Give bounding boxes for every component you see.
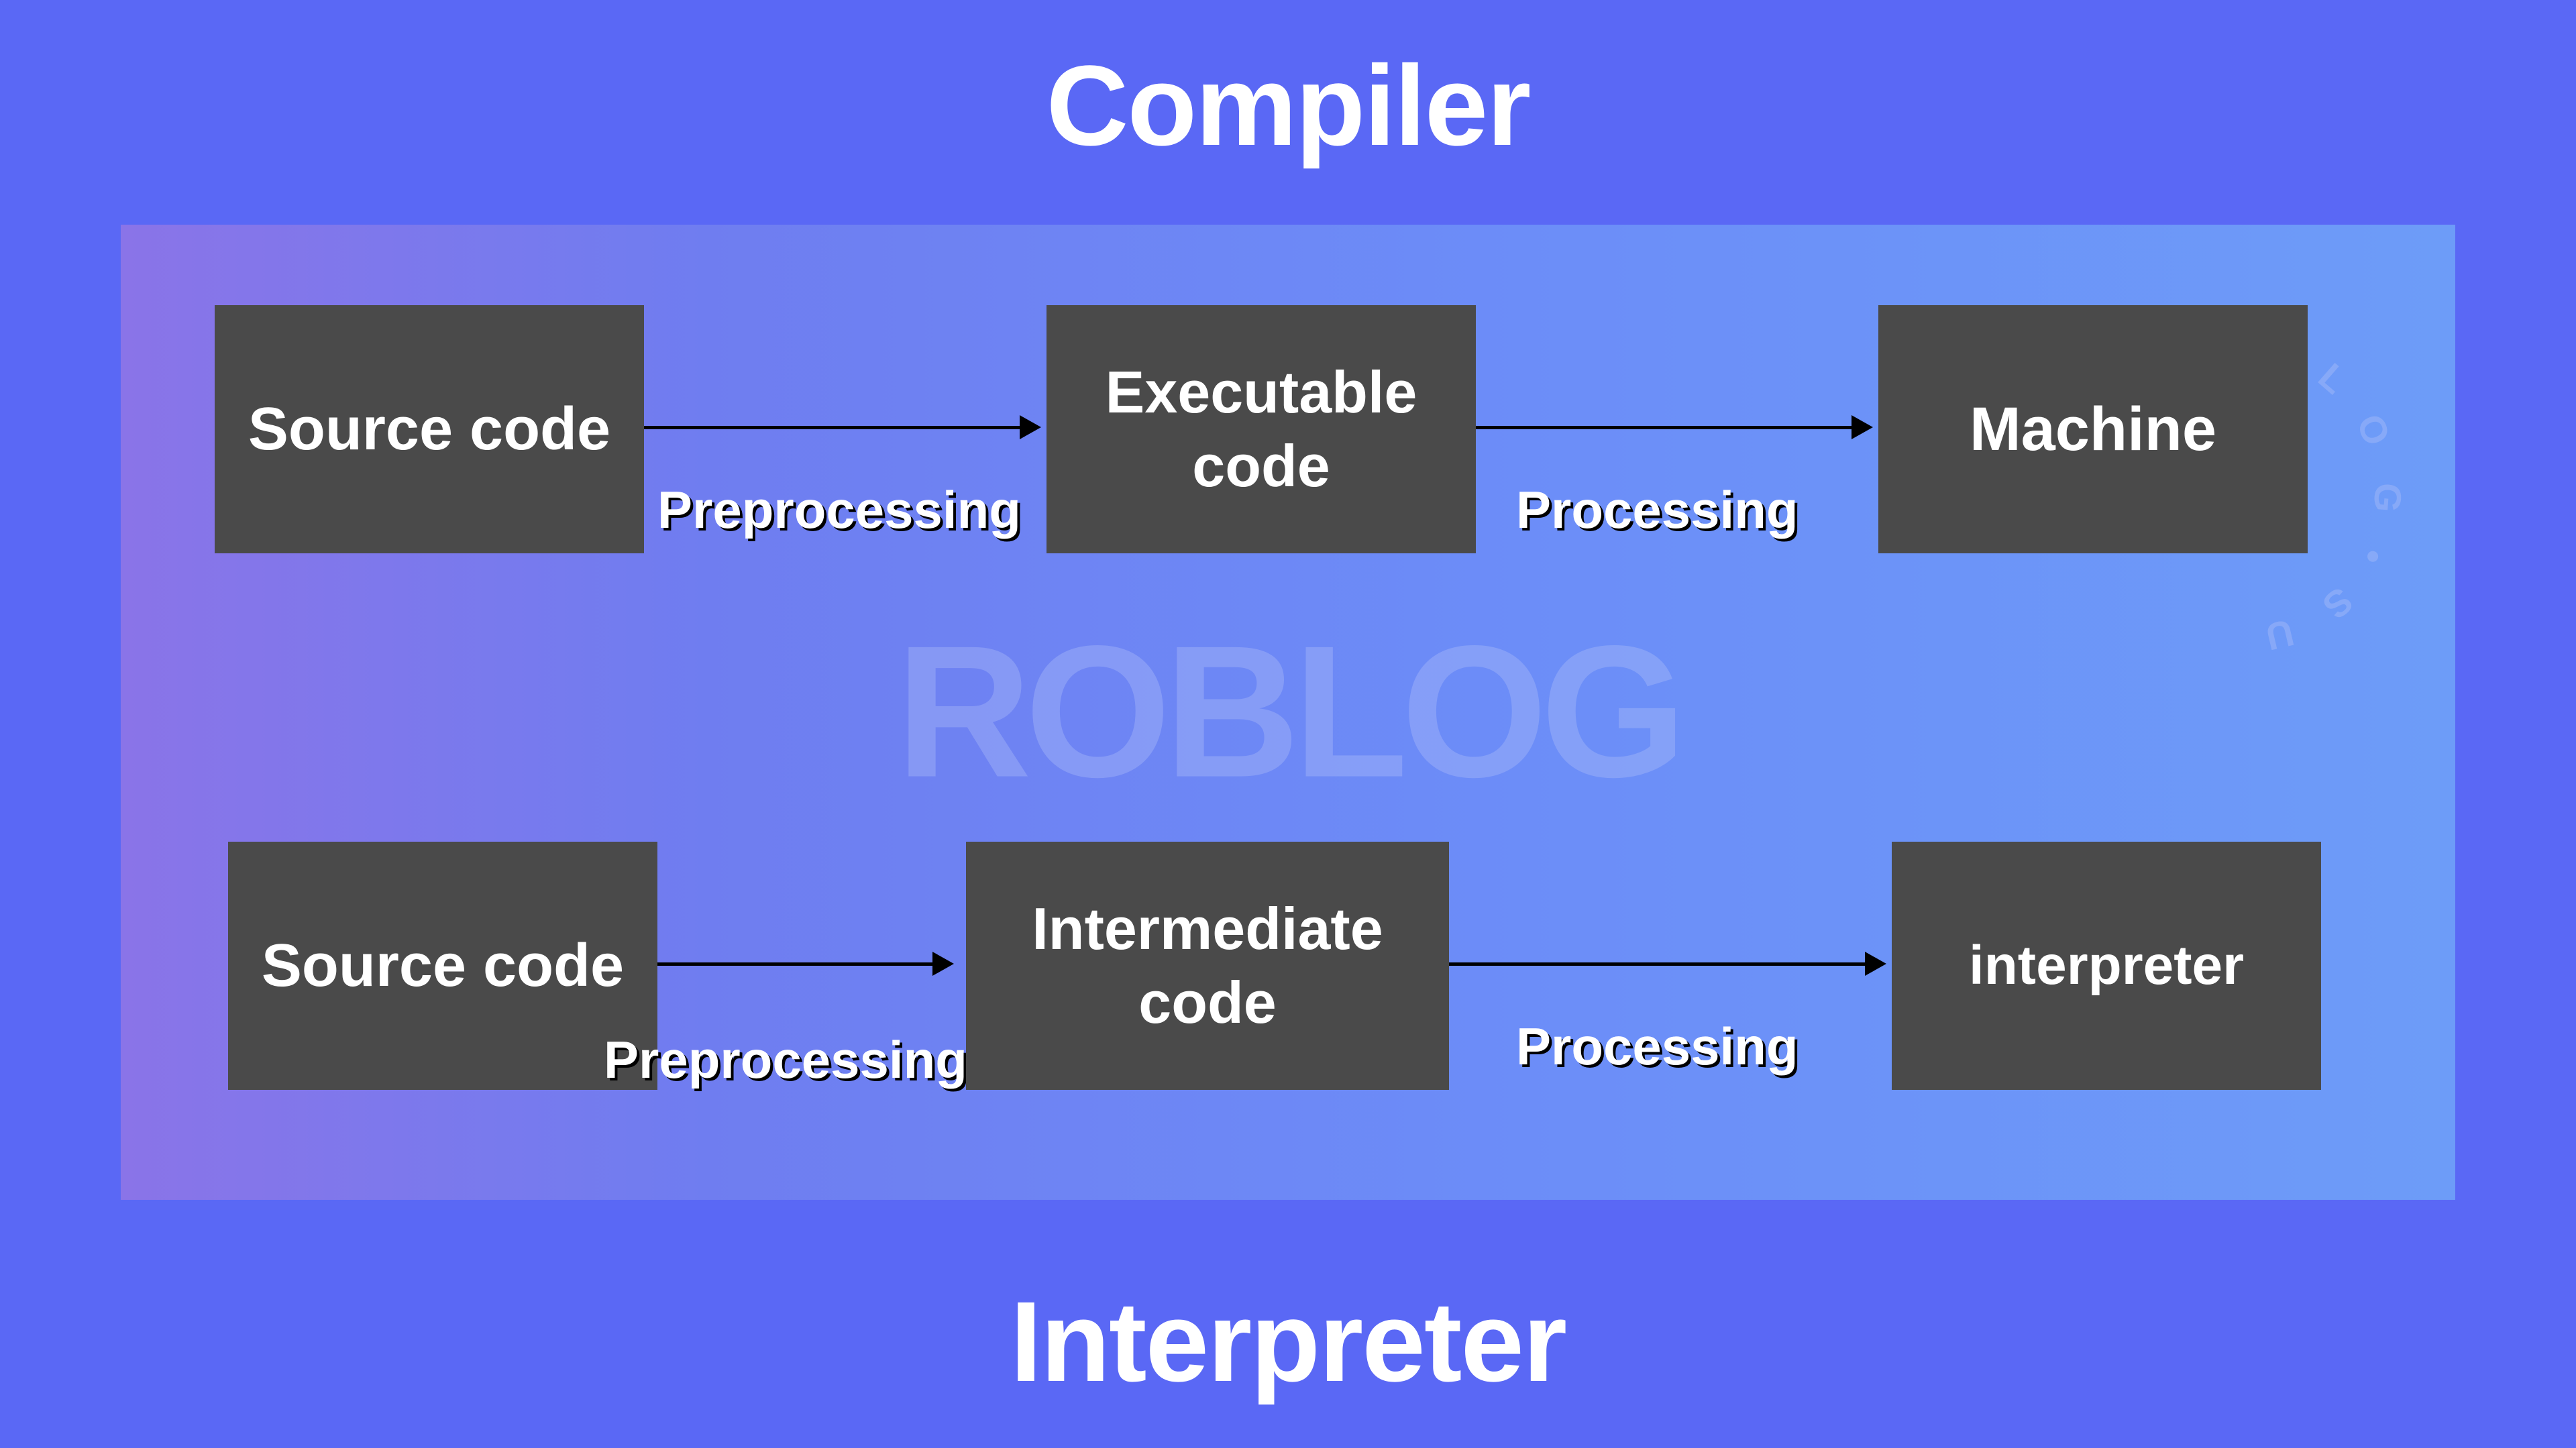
title-compiler: Compiler bbox=[1046, 40, 1530, 172]
arrow-label-interpreter-processing: Processing bbox=[1516, 1016, 1799, 1077]
box-compiler-executable: Executable code bbox=[1046, 305, 1476, 553]
box-label: Source code bbox=[248, 392, 610, 467]
box-interpreter-final: interpreter bbox=[1892, 842, 2321, 1090]
box-label: Executable code bbox=[1046, 355, 1476, 503]
box-label: Intermediate code bbox=[966, 892, 1449, 1040]
arrow-label-compiler-processing: Processing bbox=[1516, 480, 1799, 541]
arrow-label-interpreter-preprocessing: Preprocessing bbox=[604, 1029, 967, 1091]
title-interpreter: Interpreter bbox=[1010, 1276, 1566, 1408]
box-label: interpreter bbox=[1969, 932, 2244, 1001]
box-compiler-machine: Machine bbox=[1878, 305, 2308, 553]
box-interpreter-intermediate: Intermediate code bbox=[966, 842, 1449, 1090]
box-label: Source code bbox=[262, 928, 624, 1004]
box-label: Machine bbox=[1970, 391, 2216, 468]
box-interpreter-source: Source code bbox=[228, 842, 657, 1090]
box-compiler-source: Source code bbox=[215, 305, 644, 553]
diagram-panel: ROBLOG P E R • B L O G • S U Source code… bbox=[121, 225, 2455, 1200]
watermark-text: ROBLOG bbox=[896, 605, 1680, 820]
arrow-label-compiler-preprocessing: Preprocessing bbox=[657, 480, 1021, 541]
